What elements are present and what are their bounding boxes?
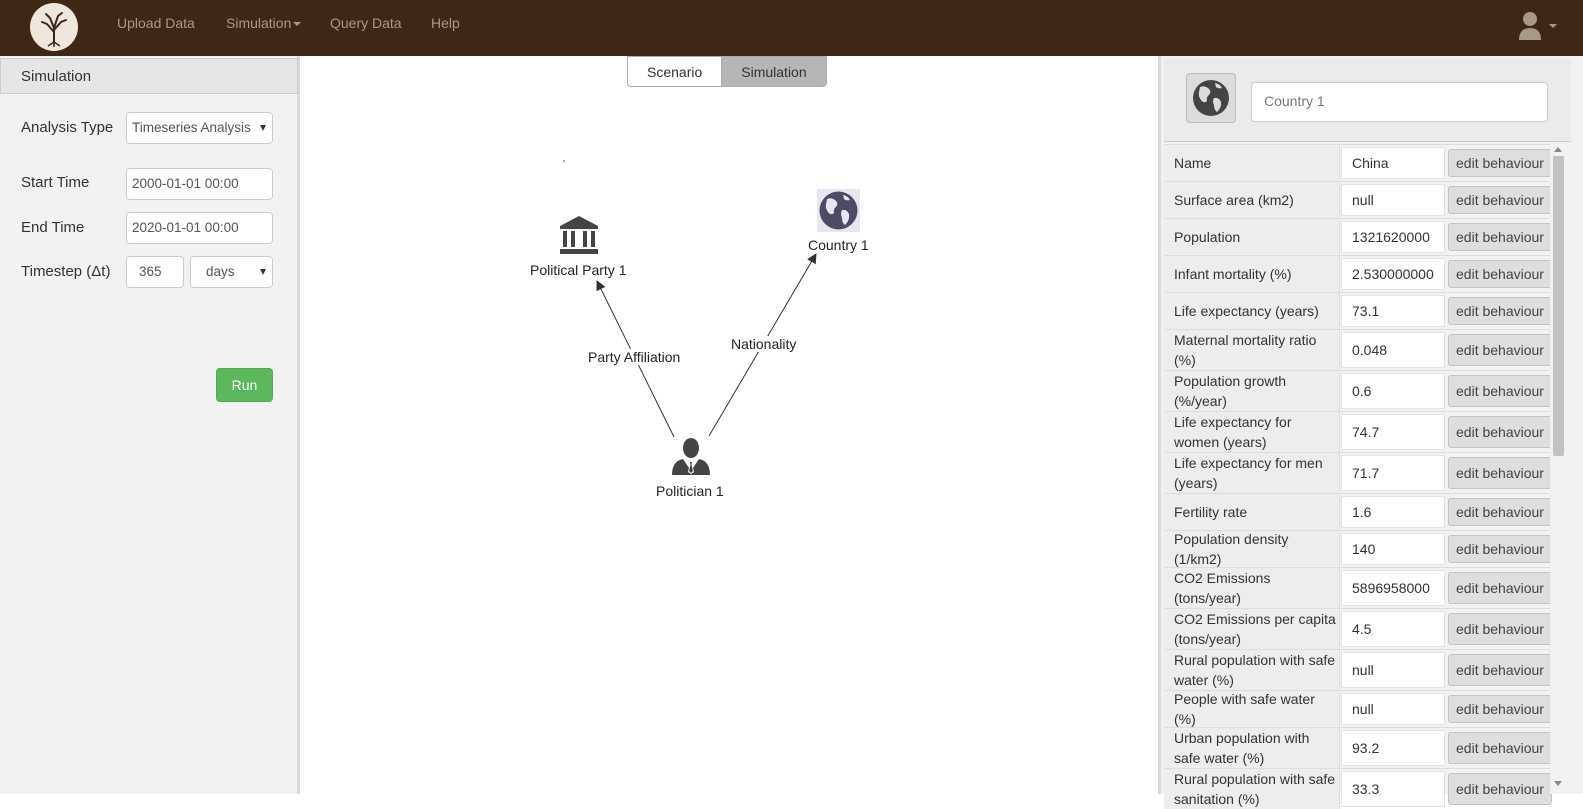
- property-name: Life expectancy (years): [1164, 293, 1340, 329]
- property-name: People with safe water (%): [1164, 691, 1340, 727]
- property-row: Population density (1/km2) 140 edit behavi…: [1164, 530, 1554, 567]
- property-name: Fertility rate: [1164, 494, 1340, 530]
- property-row: Population growth (%/year) 0.6 edit behavi…: [1164, 370, 1554, 411]
- entity-globe-icon[interactable]: [1186, 73, 1236, 123]
- property-row: Infant mortality (%) 2.530000000 edit beha…: [1164, 255, 1554, 292]
- property-value-input[interactable]: 2.530000000: [1341, 258, 1445, 290]
- politician-icon[interactable]: [670, 437, 712, 475]
- bank-icon[interactable]: [559, 215, 599, 255]
- edit-behaviour-button[interactable]: edit behaviour: [1448, 416, 1552, 448]
- node-label-country: Country 1: [808, 237, 869, 253]
- properties-panel: Country 1 Name China edit behaviour Surface…: [1158, 56, 1583, 809]
- edit-behaviour-button[interactable]: edit behaviour: [1448, 572, 1552, 604]
- property-value-input[interactable]: 140: [1341, 533, 1445, 565]
- property-value-input[interactable]: null: [1341, 652, 1445, 688]
- edit-behaviour-button[interactable]: edit behaviour: [1448, 334, 1552, 366]
- edit-behaviour-button[interactable]: edit behaviour: [1448, 260, 1552, 288]
- property-name: Maternal mortality ratio (%): [1164, 330, 1340, 370]
- property-row: Rural population with safe water (%) null…: [1164, 649, 1554, 690]
- edit-behaviour-button[interactable]: edit behaviour: [1448, 186, 1552, 214]
- property-name: Population: [1164, 219, 1340, 255]
- property-name: Population density (1/km2): [1164, 531, 1340, 567]
- edit-behaviour-button[interactable]: edit behaviour: [1448, 297, 1552, 325]
- edit-behaviour-button[interactable]: edit behaviour: [1448, 613, 1552, 645]
- edit-behaviour-button[interactable]: edit behaviour: [1448, 223, 1552, 251]
- property-row: Life expectancy for men (years) 71.7 edit …: [1164, 452, 1554, 493]
- property-row: CO2 Emissions (tons/year) 5896958000 edit …: [1164, 567, 1554, 608]
- property-name: Name: [1164, 145, 1340, 181]
- property-value-input[interactable]: 5896958000: [1341, 570, 1445, 606]
- property-value-input[interactable]: null: [1341, 184, 1445, 216]
- node-label-political-party: Political Party 1: [530, 262, 627, 278]
- property-name: Rural population with safe sanitation (%…: [1164, 769, 1340, 809]
- property-value-input[interactable]: China: [1341, 147, 1445, 179]
- edge-label-party-affiliation: Party Affiliation: [588, 349, 681, 365]
- property-value-input[interactable]: 1.6: [1341, 496, 1445, 528]
- property-name: Infant mortality (%): [1164, 256, 1340, 292]
- property-name: Population growth (%/year): [1164, 371, 1340, 411]
- property-value-input[interactable]: 1321620000: [1341, 221, 1445, 253]
- property-row: Rural population with safe sanitation (%…: [1164, 768, 1554, 809]
- property-row: Name China edit behaviour: [1164, 144, 1554, 181]
- property-row: CO2 Emissions per capita (tons/year) 4.5 e…: [1164, 608, 1554, 649]
- canvas-dot: [563, 160, 565, 162]
- property-name: Surface area (km2): [1164, 182, 1340, 218]
- property-row: Life expectancy (years) 73.1 edit behaviou…: [1164, 292, 1554, 329]
- property-value-input[interactable]: null: [1341, 693, 1445, 725]
- property-name: Rural population with safe water (%): [1164, 650, 1340, 690]
- property-value-input[interactable]: 71.7: [1341, 455, 1445, 491]
- scroll-down-arrow-icon[interactable]: [1554, 781, 1562, 786]
- property-name: CO2 Emissions (tons/year): [1164, 568, 1340, 608]
- edit-behaviour-button[interactable]: edit behaviour: [1448, 375, 1552, 407]
- node-label-politician: Politician 1: [656, 483, 724, 499]
- property-row: Urban population with safe water (%) 93.2…: [1164, 727, 1554, 768]
- property-value-input[interactable]: 93.2: [1341, 730, 1445, 766]
- edge-label-nationality: Nationality: [731, 336, 797, 352]
- scroll-up-arrow-icon[interactable]: [1554, 147, 1562, 152]
- property-row: Surface area (km2) null edit behaviour: [1164, 181, 1554, 218]
- entity-header: Country 1: [1164, 58, 1571, 142]
- globe-icon[interactable]: [817, 189, 860, 232]
- edit-behaviour-button[interactable]: edit behaviour: [1448, 149, 1552, 177]
- property-name: Life expectancy for women (years): [1164, 412, 1340, 452]
- edit-behaviour-button[interactable]: edit behaviour: [1448, 732, 1552, 764]
- property-row: Fertility rate 1.6 edit behaviour: [1164, 493, 1554, 530]
- property-value-input[interactable]: 0.048: [1341, 332, 1445, 368]
- property-name: Urban population with safe water (%): [1164, 728, 1340, 768]
- property-row: Maternal mortality ratio (%) 0.048 edit be…: [1164, 329, 1554, 370]
- property-row: Population 1321620000 edit behaviour: [1164, 218, 1554, 255]
- edit-behaviour-button[interactable]: edit behaviour: [1448, 498, 1552, 526]
- edit-behaviour-button[interactable]: edit behaviour: [1448, 535, 1552, 563]
- edit-behaviour-button[interactable]: edit behaviour: [1448, 695, 1552, 723]
- property-value-input[interactable]: 0.6: [1341, 373, 1445, 409]
- entity-name-input[interactable]: Country 1: [1251, 82, 1548, 122]
- scroll-thumb[interactable]: [1553, 156, 1564, 456]
- property-value-input[interactable]: 4.5: [1341, 611, 1445, 647]
- property-name: CO2 Emissions per capita (tons/year): [1164, 609, 1340, 649]
- edit-behaviour-button[interactable]: edit behaviour: [1448, 457, 1552, 489]
- edit-behaviour-button[interactable]: edit behaviour: [1448, 773, 1552, 805]
- property-value-input[interactable]: 74.7: [1341, 414, 1445, 450]
- property-row: Life expectancy for women (years) 74.7 edi…: [1164, 411, 1554, 452]
- property-value-input[interactable]: 73.1: [1341, 295, 1445, 327]
- edit-behaviour-button[interactable]: edit behaviour: [1448, 654, 1552, 686]
- property-name: Life expectancy for men (years): [1164, 453, 1340, 493]
- properties-scrollbar[interactable]: [1550, 142, 1567, 794]
- property-row: People with safe water (%) null edit behav…: [1164, 690, 1554, 727]
- property-value-input[interactable]: 33.3: [1341, 771, 1445, 807]
